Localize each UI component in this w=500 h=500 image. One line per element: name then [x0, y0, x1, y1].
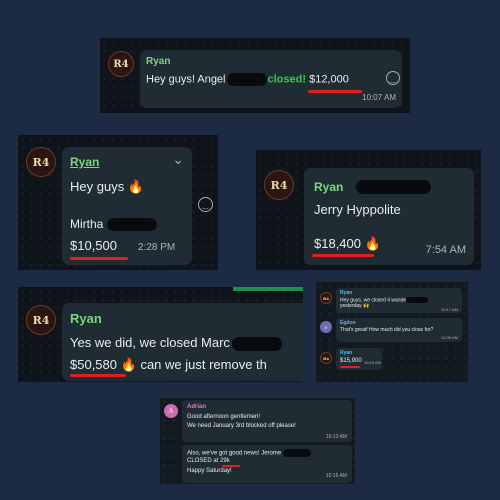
message-bubble: Also, we've got good news! Jerome CLOSED… — [182, 445, 352, 483]
group-avatar[interactable]: R4 — [26, 147, 56, 177]
message-text: yesterday 🙌 — [340, 303, 370, 309]
screenshot-panel-marc: R4 Ryan Yes we did, we closed Marc $50,5… — [18, 287, 303, 382]
redacted-name — [226, 73, 267, 86]
message-time: 7:54 AM — [425, 244, 466, 256]
message-text: Yes we did, we closed Marc — [70, 335, 282, 351]
user-avatar[interactable]: A — [164, 404, 178, 418]
chevron-down-icon[interactable]: ⌄ — [172, 151, 184, 168]
message-text: $50,580 🔥 can we just remove th — [70, 357, 267, 372]
red-underline — [308, 90, 362, 93]
amount: $15,900 — [340, 358, 362, 364]
redacted-name — [406, 297, 429, 303]
redacted-name — [283, 449, 312, 457]
red-underline — [340, 366, 360, 368]
message-time: 10:17 AM — [441, 307, 458, 312]
message-time: 10:39 AM — [441, 335, 458, 340]
message-text: Jerry Hyppolite — [314, 202, 401, 217]
screenshot-panel-wander: R4 Ryan Hey guys, we closed 4 wande yest… — [316, 282, 468, 382]
message-bubble: Egdon That's great! How much did you clo… — [336, 318, 462, 342]
message-bubble: Ryan Jerry Hyppolite $18,400 🔥 7:54 AM — [304, 168, 474, 265]
red-underline — [70, 257, 128, 260]
redacted-name — [231, 336, 282, 351]
message-text: CLOSED at 29k — [187, 458, 230, 464]
message-text: Mirtha — [70, 217, 157, 232]
group-avatar[interactable]: R4 — [108, 51, 134, 77]
message-time: 10:07 AM — [362, 93, 396, 102]
red-underline — [70, 374, 126, 377]
message-time: 2:28 PM — [138, 242, 176, 253]
message-text: That's great! How much did you close for… — [340, 327, 434, 333]
message-time: 10:13 AM — [325, 434, 347, 440]
redacted-name — [355, 179, 431, 194]
screenshot-panel-jerry: R4 Ryan Jerry Hyppolite $18,400 🔥 7:54 A… — [256, 150, 481, 270]
message-bubble: Ryan $15,900 10:19 AM — [336, 348, 382, 370]
sender-name: Ryan — [70, 155, 100, 169]
message-text: Good afternoon gentlemen! — [187, 414, 261, 420]
sender-name: Ryan — [70, 311, 102, 326]
message-bubble: Ryan Hey guys, we closed 4 wande yesterd… — [336, 288, 462, 313]
message-text: Happy Saturday! — [187, 468, 232, 474]
message-text: Hey guys! Angel closed! $12,000 — [146, 73, 349, 86]
group-avatar[interactable]: R4 — [264, 170, 294, 200]
red-underline — [222, 465, 240, 467]
emoji-reaction-icon[interactable]: ‿ — [198, 197, 213, 212]
fire-icon: 🔥 — [120, 357, 137, 372]
green-bar — [233, 287, 303, 291]
message-bubble: Adrian Good afternoon gentlemen! We need… — [182, 400, 352, 442]
screenshot-panel-angel: R4 Ryan Hey guys! Angel closed! $12,000 1… — [100, 38, 410, 113]
fire-icon: 🔥 — [364, 236, 381, 251]
message-bubble: Ryan ⌄ Hey guys 🔥 Mirtha $10,500 2:28 PM — [62, 147, 192, 265]
fire-icon: 🔥 — [127, 179, 145, 194]
red-underline — [312, 254, 374, 257]
message-bubble: Ryan Hey guys! Angel closed! $12,000 10:0… — [140, 50, 402, 108]
message-text: Also, we've got good news! Jerome — [187, 449, 312, 457]
message-bubble: Ryan Yes we did, we closed Marc $50,580 … — [62, 303, 303, 381]
screenshot-panel-mirtha: R4 Ryan ⌄ Hey guys 🔥 Mirtha $10,500 2:28… — [18, 135, 218, 270]
emoji-reaction-icon[interactable]: ‿ — [386, 71, 400, 85]
amount: $50,580 — [70, 357, 117, 372]
sender-line: Ryan — [314, 178, 431, 196]
message-time: 10:19 AM — [364, 360, 381, 365]
amount: $12,000 — [309, 73, 349, 86]
sender-name: Ryan — [340, 350, 353, 356]
redacted-name — [106, 218, 157, 232]
group-avatar[interactable]: R4 — [320, 352, 332, 364]
amount: $18,400 🔥 — [314, 236, 381, 251]
sender-name: Adrian — [187, 404, 207, 410]
sender-name: Egdon — [340, 320, 356, 326]
group-avatar[interactable]: R4 — [320, 292, 332, 304]
sender-name: Ryan — [314, 180, 344, 194]
message-text: We need January 3rd blocked off please! — [187, 423, 296, 429]
amount: $10,500 — [70, 238, 117, 253]
sender-name: Ryan — [340, 290, 353, 296]
message-text: Hey guys 🔥 — [70, 179, 145, 194]
screenshot-panel-jerome: A Adrian Good afternoon gentlemen! We ne… — [160, 398, 355, 484]
message-time: 10:16 AM — [325, 473, 347, 479]
sender-name: Ryan — [146, 56, 171, 67]
user-avatar[interactable]: E — [320, 321, 332, 333]
group-avatar[interactable]: R4 — [26, 305, 56, 335]
